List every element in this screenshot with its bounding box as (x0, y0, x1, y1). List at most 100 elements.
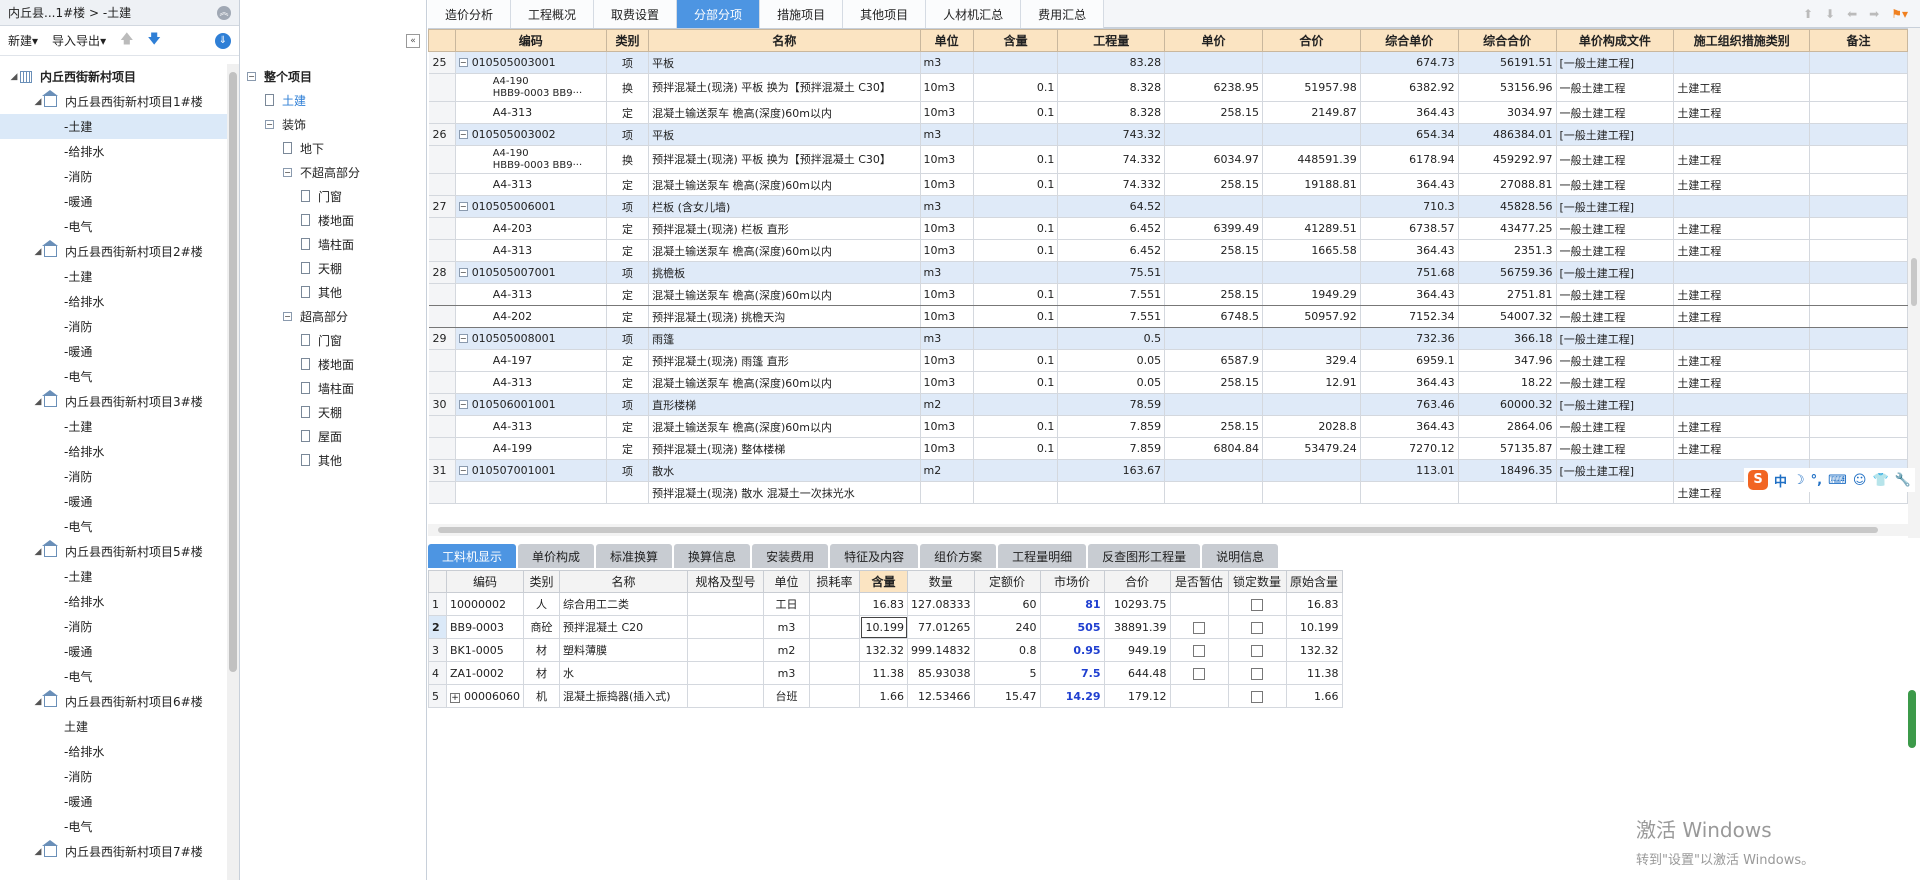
cell-price[interactable]: 258.15 (1164, 239, 1263, 262)
cell-utotal[interactable] (1458, 481, 1557, 504)
cell-qty[interactable]: 7.859 (1057, 415, 1166, 438)
cell-unit[interactable]: 10m3 (920, 145, 974, 174)
cell-org[interactable]: 土建工程 (1673, 101, 1811, 124)
cell-total[interactable] (1262, 459, 1361, 482)
cell-qty[interactable]: 12.53466 (907, 684, 975, 708)
cell-est[interactable] (1169, 684, 1229, 708)
tab-item[interactable]: 取费设置 (594, 0, 678, 28)
column-header[interactable]: 是否暂估 (1169, 570, 1229, 593)
cell-price[interactable]: 258.15 (1164, 415, 1263, 438)
cell-content[interactable]: 0.1 (973, 283, 1059, 306)
table-row[interactable]: A4-313 定混凝土输送泵车 檐高(深度)60m以内 10m3 0.1 7.551 25… (428, 283, 1908, 306)
cell-name[interactable]: 混凝土输送泵车 檐高(深度)60m以内 (648, 101, 921, 124)
cell-uprice[interactable]: 364.43 (1360, 283, 1459, 306)
column-header[interactable]: 含量 (859, 570, 908, 593)
cell-name[interactable]: 预拌混凝土(现浇) 挑檐天沟 (648, 305, 921, 328)
cell-cat[interactable]: 定 (606, 305, 650, 328)
cell-price[interactable] (1164, 123, 1263, 146)
cell-uprice[interactable]: 7270.12 (1360, 437, 1459, 460)
cell-uprice[interactable]: 364.43 (1360, 101, 1459, 124)
section-tree-item[interactable]: 楼地面 (241, 208, 426, 232)
cell-name[interactable]: 预拌混凝土(现浇) 栏板 直形 (648, 217, 921, 240)
expand-caret-icon[interactable]: ◢ (32, 247, 44, 257)
shirt-icon[interactable]: 👕 (1872, 473, 1888, 488)
cell-cat[interactable]: 定 (606, 217, 650, 240)
cell-dprice[interactable]: 60 (973, 592, 1041, 616)
cell-total[interactable]: 1665.58 (1262, 239, 1361, 262)
cell-unit[interactable]: m3 (920, 261, 974, 284)
project-tree-item[interactable]: ◢ 内丘西街新村项目 (0, 64, 227, 89)
project-tree-item[interactable]: -土建 (0, 414, 227, 439)
cell-price[interactable]: 6587.9 (1164, 349, 1263, 372)
cell-qty[interactable]: 7.859 (1057, 437, 1166, 460)
cell-org[interactable]: 土建工程 (1673, 283, 1811, 306)
cell-uprice[interactable]: 674.73 (1360, 51, 1459, 74)
cell-note[interactable] (1809, 393, 1908, 416)
cell-content[interactable] (973, 481, 1059, 504)
checkbox[interactable] (1251, 644, 1263, 657)
cell-orig[interactable]: 11.38 (1285, 661, 1343, 685)
cell-name[interactable]: 混凝土输送泵车 檐高(深度)60m以内 (648, 283, 921, 306)
cell-note[interactable] (1809, 123, 1908, 146)
table-row[interactable]: A4-313 定混凝土输送泵车 檐高(深度)60m以内 10m3 0.1 0.05 258… (428, 371, 1908, 394)
cell-utotal[interactable]: 2351.3 (1458, 239, 1557, 262)
column-header[interactable]: 单位 (919, 29, 974, 52)
cell-qty[interactable]: 999.14832 (907, 638, 975, 662)
cell-code[interactable]: A4-199 (455, 437, 607, 460)
cell-unit[interactable]: 10m3 (920, 173, 974, 196)
cell-unit[interactable]: 10m3 (920, 283, 974, 306)
cell-price[interactable] (1164, 459, 1263, 482)
cell-uprice[interactable]: 710.3 (1360, 195, 1459, 218)
cell-name[interactable]: 预拌混凝土(现浇) 平板 换为【预拌混凝土 C30】 (648, 145, 921, 174)
arrow-left-icon[interactable]: ⬅ (1847, 7, 1857, 21)
resource-row[interactable]: 1 10000002 人综合用工二类 工日 16.83 127.08333 60 81 1029… (428, 592, 1343, 616)
section-tree-item[interactable]: 其他 (241, 280, 426, 304)
cell-name[interactable]: 栏板 (含女儿墙) (648, 195, 921, 218)
cell-total[interactable] (1262, 481, 1361, 504)
cell-org[interactable]: 土建工程 (1673, 239, 1811, 262)
table-row[interactable]: A4-313 定混凝土输送泵车 檐高(深度)60m以内 10m3 0.1 74.332 2… (428, 173, 1908, 196)
cell-qty[interactable]: 127.08333 (907, 592, 975, 616)
cell-qty[interactable]: 8.328 (1057, 73, 1166, 102)
cell-content[interactable]: 0.1 (973, 371, 1059, 394)
cell-code[interactable]: −010506001001 (455, 393, 607, 416)
project-tree-item[interactable]: -给排水 (0, 439, 227, 464)
cell-unit[interactable]: m3 (920, 195, 974, 218)
cell-uprice[interactable]: 364.43 (1360, 239, 1459, 262)
cell-total[interactable]: 949.19 (1103, 638, 1171, 662)
detail-tab[interactable]: 标准换算 (596, 544, 673, 568)
cell-cat[interactable]: 换 (606, 73, 650, 102)
cell-qty[interactable]: 6.452 (1057, 217, 1166, 240)
cell-org[interactable] (1673, 123, 1811, 146)
checkbox[interactable] (1251, 690, 1263, 703)
moon-icon[interactable]: ☽ (1793, 473, 1805, 488)
sogou-logo-icon[interactable]: S (1748, 470, 1768, 490)
cell-qty[interactable]: 8.328 (1057, 101, 1166, 124)
import-export-button[interactable]: 导入导出▾ (52, 32, 106, 49)
table-row[interactable]: A4-313 定混凝土输送泵车 檐高(深度)60m以内 10m3 0.1 6.452 25… (428, 239, 1908, 262)
table-row[interactable]: 30−010506001001 项直形楼梯 m2 78.59 763.46 60000.3… (428, 393, 1908, 416)
table-row[interactable]: 预拌混凝土(现浇) 散水 混凝土一次抹光水 土建工程 (428, 481, 1908, 504)
cell-content[interactable] (973, 327, 1059, 350)
cell-price[interactable]: 6238.95 (1164, 73, 1263, 102)
section-tree-item[interactable]: 天棚 (241, 400, 426, 424)
cell-qty[interactable]: 0.05 (1057, 371, 1166, 394)
project-tree-item[interactable]: ◢ 内丘县西街新村项目6#楼 (0, 689, 227, 714)
cell-spec[interactable] (687, 615, 764, 639)
cell-name[interactable]: 混凝土振捣器(插入式) (559, 684, 688, 708)
cell-price[interactable] (1164, 195, 1263, 218)
cell-code[interactable]: A4-203 (455, 217, 607, 240)
cell-total[interactable] (1262, 393, 1361, 416)
cell-code[interactable]: A4-313 (455, 415, 607, 438)
cell-mprice[interactable]: 0.95 (1039, 638, 1105, 662)
cell-note[interactable] (1809, 261, 1908, 284)
column-header[interactable]: 合价 (1103, 570, 1171, 593)
project-tree-item[interactable]: -土建 (0, 564, 227, 589)
cell-total[interactable]: 12.91 (1262, 371, 1361, 394)
cell-unit[interactable] (920, 481, 974, 504)
detail-tab[interactable]: 说明信息 (1202, 544, 1279, 568)
cell-utotal[interactable]: 56759.36 (1458, 261, 1557, 284)
cell-mprice[interactable]: 505 (1039, 615, 1105, 639)
section-tree-item[interactable]: − 整个项目 (241, 64, 426, 88)
cell-content[interactable]: 0.1 (973, 239, 1059, 262)
